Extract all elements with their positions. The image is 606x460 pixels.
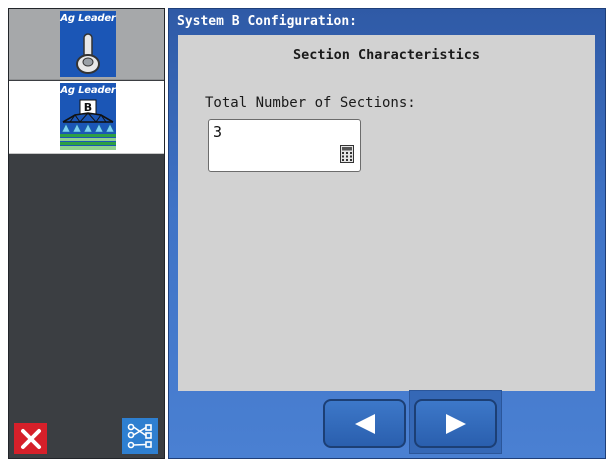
navigation-bar bbox=[319, 390, 511, 454]
sidebar-item-boom[interactable]: Ag Leader B bbox=[9, 81, 164, 154]
arrow-left-icon bbox=[354, 413, 375, 434]
configuration-panel: Section Characteristics Total Number of … bbox=[178, 35, 595, 391]
ag-leader-logo: Ag Leader bbox=[60, 83, 116, 98]
sections-count-label: Total Number of Sections: bbox=[205, 95, 416, 111]
boom-sprayer-icon: B bbox=[60, 98, 116, 150]
close-button[interactable] bbox=[14, 423, 47, 454]
configuration-window: System B Configuration: Section Characte… bbox=[168, 8, 606, 459]
back-button[interactable] bbox=[323, 399, 406, 448]
sidebar: Ag Leader Ag Leader B bbox=[8, 8, 165, 459]
section-heading: Section Characteristics bbox=[293, 47, 480, 63]
close-icon bbox=[20, 428, 41, 449]
toggle-switch-icon bbox=[60, 26, 116, 77]
ag-leader-logo: Ag Leader bbox=[60, 11, 116, 26]
route-network-button[interactable] bbox=[122, 418, 158, 454]
boom-letter: B bbox=[84, 101, 92, 114]
page-title: System B Configuration: bbox=[177, 14, 358, 29]
route-network-icon bbox=[127, 423, 152, 449]
arrow-right-icon bbox=[445, 413, 466, 434]
next-button[interactable] bbox=[414, 399, 497, 448]
sections-count-input[interactable]: 3 bbox=[208, 119, 361, 172]
sidebar-item-toggle[interactable]: Ag Leader bbox=[9, 9, 164, 80]
calculator-icon[interactable] bbox=[340, 145, 354, 163]
sidebar-footer bbox=[9, 416, 164, 458]
sections-count-value: 3 bbox=[213, 123, 223, 141]
